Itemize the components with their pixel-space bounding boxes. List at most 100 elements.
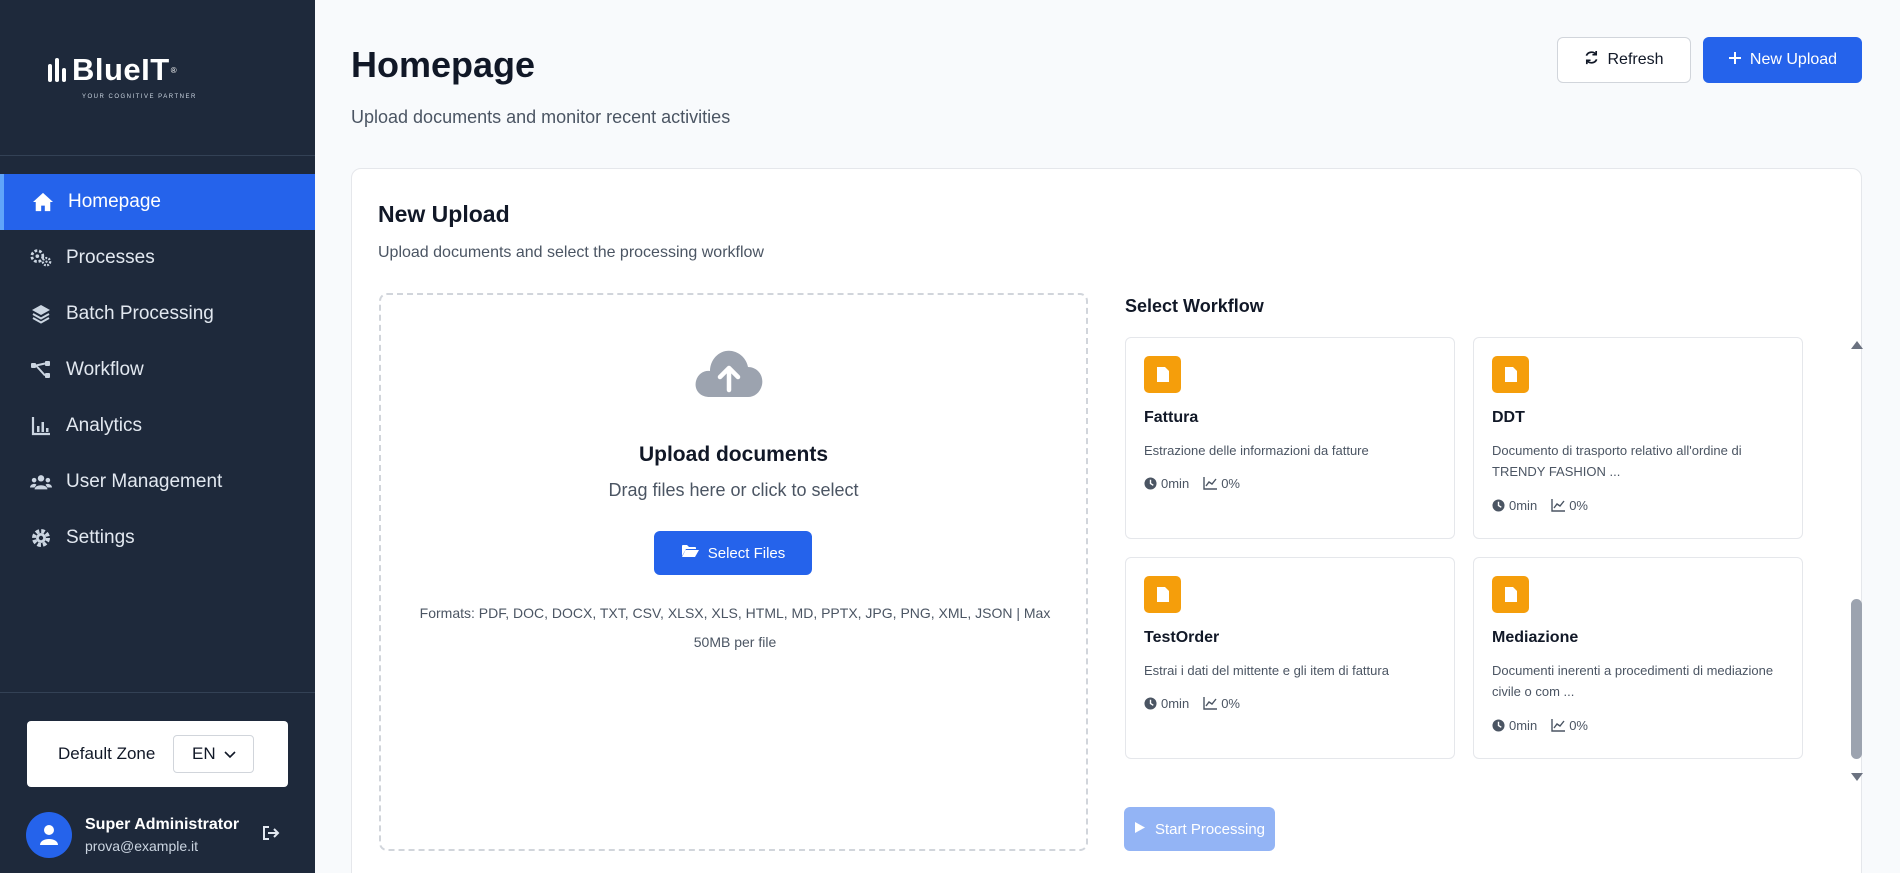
new-upload-label: New Upload xyxy=(1749,51,1838,68)
workflow-time: 0min xyxy=(1144,476,1189,491)
workflow-stats: 0min 0% xyxy=(1492,498,1588,513)
sidebar-item-label: Workflow xyxy=(66,359,144,380)
brand-tagline: YOUR COGNITIVE PARTNER xyxy=(82,94,197,100)
brand-name: BlueIT xyxy=(72,52,170,87)
start-processing-label: Start Processing xyxy=(1154,820,1266,838)
chart-icon xyxy=(30,415,52,437)
scroll-down-icon[interactable] xyxy=(1850,769,1864,787)
workflow-rate-value: 0% xyxy=(1569,718,1588,733)
workflow-rate: 0% xyxy=(1203,476,1240,491)
sidebar-item-homepage[interactable]: Homepage xyxy=(0,174,315,230)
clock-icon xyxy=(1144,477,1157,490)
new-upload-button[interactable]: New Upload xyxy=(1703,37,1862,83)
sidebar-item-batch-processing[interactable]: Batch Processing xyxy=(0,286,315,342)
workflow-name: TestOrder xyxy=(1144,629,1220,646)
card-subtitle: Upload documents and select the processi… xyxy=(378,244,764,261)
select-files-button[interactable]: Select Files xyxy=(654,531,812,575)
workflow-stats: 0min 0% xyxy=(1144,696,1240,711)
workflow-card-testorder[interactable]: TestOrder Estrai i dati del mittente e g… xyxy=(1125,557,1455,759)
folder-open-icon xyxy=(681,544,699,562)
workflow-scrollbar[interactable] xyxy=(1848,337,1866,797)
gears-icon xyxy=(30,247,52,269)
workflow-name: Mediazione xyxy=(1492,629,1579,646)
workflow-time-value: 0min xyxy=(1161,696,1190,711)
users-icon xyxy=(30,471,52,493)
workflow-rate-value: 0% xyxy=(1569,498,1588,513)
workflow-stats: 0min 0% xyxy=(1492,718,1588,733)
page-subtitle: Upload documents and monitor recent acti… xyxy=(351,107,731,127)
scroll-thumb[interactable] xyxy=(1851,599,1862,759)
workflow-description: Estrazione delle informazioni da fatture xyxy=(1144,443,1369,458)
layers-icon xyxy=(30,303,52,325)
brand-logo[interactable]: BlueIT ® xyxy=(48,52,177,88)
workflow-stats: 0min 0% xyxy=(1144,476,1240,491)
workflow-time-value: 0min xyxy=(1161,476,1190,491)
line-chart-icon xyxy=(1551,499,1566,512)
logout-icon[interactable] xyxy=(262,825,280,846)
workflow-card-fattura[interactable]: Fattura Estrazione delle informazioni da… xyxy=(1125,337,1455,539)
workflow-description: Documenti inerenti a procedimenti di med… xyxy=(1492,663,1774,699)
document-icon xyxy=(1492,576,1529,613)
sidebar-nav: Homepage Processes Batch Processing Work… xyxy=(0,174,315,566)
workflow-rate: 0% xyxy=(1203,696,1240,711)
sidebar-item-label: Homepage xyxy=(68,191,161,212)
clock-icon xyxy=(1144,697,1157,710)
sidebar-item-workflow[interactable]: Workflow xyxy=(0,342,315,398)
dropzone-subtitle: Drag files here or click to select xyxy=(608,480,859,500)
line-chart-icon xyxy=(1203,697,1218,710)
gear-icon xyxy=(30,527,52,549)
sidebar-item-analytics[interactable]: Analytics xyxy=(0,398,315,454)
workflow-card-ddt[interactable]: DDT Documento di trasporto relativo all'… xyxy=(1473,337,1803,539)
workflow-time: 0min xyxy=(1492,498,1537,513)
plus-icon xyxy=(1728,51,1742,70)
refresh-button[interactable]: Refresh xyxy=(1557,37,1691,83)
workflow-rate-value: 0% xyxy=(1221,476,1240,491)
logo-mark-icon xyxy=(48,58,66,82)
line-chart-icon xyxy=(1551,719,1566,732)
dropzone-title: Upload documents xyxy=(638,443,828,466)
user-name: Super Administrator xyxy=(85,816,240,833)
zone-label: Default Zone xyxy=(58,744,156,763)
line-chart-icon xyxy=(1203,477,1218,490)
sidebar: BlueIT ® YOUR COGNITIVE PARTNER Homepage… xyxy=(0,0,315,873)
start-processing-button[interactable]: Start Processing xyxy=(1124,807,1275,851)
workflow-time: 0min xyxy=(1492,718,1537,733)
workflow-rate: 0% xyxy=(1551,718,1588,733)
refresh-label: Refresh xyxy=(1607,51,1664,68)
sidebar-footer: Default Zone EN Super Administrator prov… xyxy=(0,692,315,858)
workflow-section-title: Select Workflow xyxy=(1125,296,1264,316)
home-icon xyxy=(32,191,54,213)
document-icon xyxy=(1144,576,1181,613)
workflow-time-value: 0min xyxy=(1509,718,1538,733)
clock-icon xyxy=(1492,719,1505,732)
upload-dropzone[interactable]: Upload documents Drag files here or clic… xyxy=(379,293,1088,851)
workflow-rate: 0% xyxy=(1551,498,1588,513)
sitemap-icon xyxy=(30,359,52,381)
supported-formats: Formats: PDF, DOC, DOCX, TXT, CSV, XLSX,… xyxy=(419,605,1051,650)
select-files-label: Select Files xyxy=(707,544,786,562)
sidebar-item-processes[interactable]: Processes xyxy=(0,230,315,286)
sidebar-item-label: Processes xyxy=(66,247,155,268)
new-upload-card: New Upload Upload documents and select t… xyxy=(351,168,1863,873)
zone-selector: Default Zone EN xyxy=(27,721,288,787)
user-info: Super Administrator prova@example.it xyxy=(85,816,239,854)
logo-area: BlueIT ® YOUR COGNITIVE PARTNER xyxy=(0,0,315,156)
workflow-description: Documento di trasporto relativo all'ordi… xyxy=(1492,443,1742,479)
avatar[interactable] xyxy=(26,812,72,858)
language-select[interactable]: EN xyxy=(173,735,255,773)
sidebar-item-label: User Management xyxy=(66,471,223,492)
sidebar-item-user-management[interactable]: User Management xyxy=(0,454,315,510)
clock-icon xyxy=(1492,499,1505,512)
workflow-rate-value: 0% xyxy=(1221,696,1240,711)
sidebar-item-label: Batch Processing xyxy=(66,303,214,324)
user-icon xyxy=(40,825,58,845)
sidebar-item-label: Settings xyxy=(66,527,135,548)
document-icon xyxy=(1492,356,1529,393)
sidebar-item-settings[interactable]: Settings xyxy=(0,510,315,566)
scroll-up-icon[interactable] xyxy=(1850,337,1864,355)
workflow-time: 0min xyxy=(1144,696,1189,711)
user-profile: Super Administrator prova@example.it xyxy=(26,807,296,863)
workflow-card-mediazione[interactable]: Mediazione Documenti inerenti a procedim… xyxy=(1473,557,1803,759)
play-icon xyxy=(1134,821,1146,838)
sidebar-item-label: Analytics xyxy=(66,415,143,436)
